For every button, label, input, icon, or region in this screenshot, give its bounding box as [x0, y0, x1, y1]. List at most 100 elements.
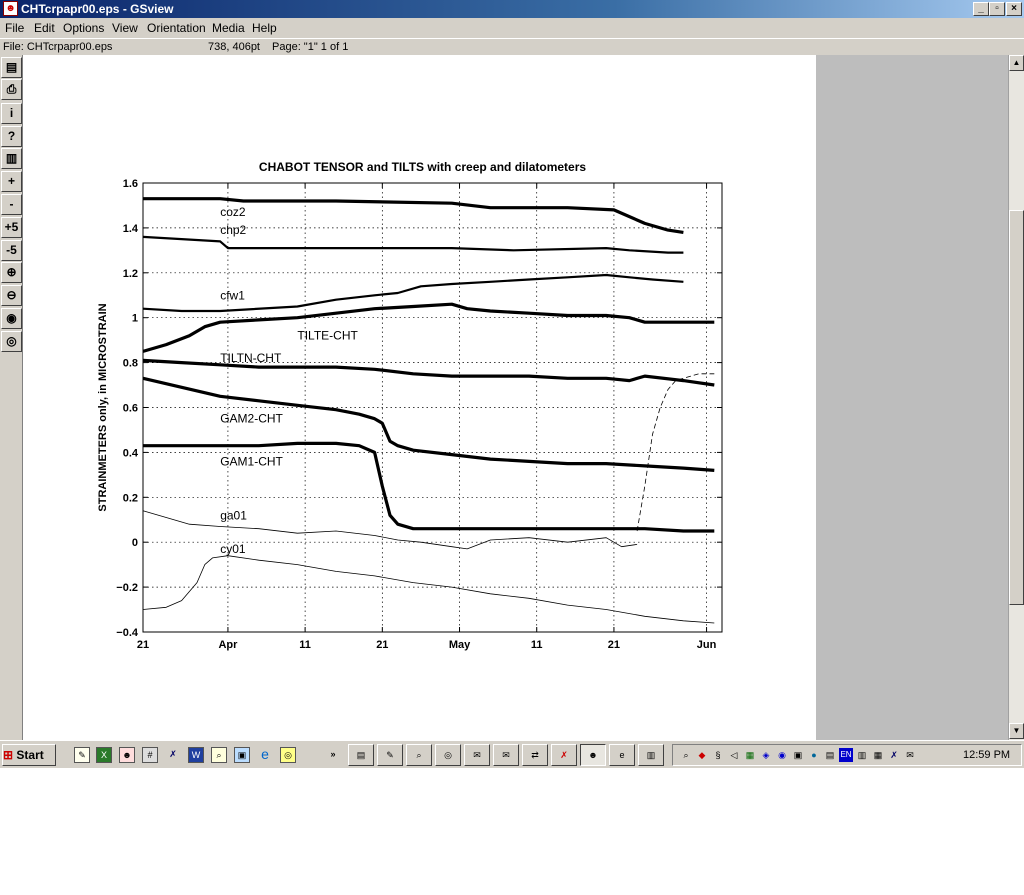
- tray-disk-icon[interactable]: ▦: [871, 748, 885, 762]
- eye-abc-icon[interactable]: ◉: [1, 308, 22, 329]
- menu-media[interactable]: Media: [212, 21, 245, 35]
- quicklaunch-icon[interactable]: ✎: [74, 747, 90, 763]
- tray-shield-2-icon[interactable]: ◈: [759, 748, 773, 762]
- task-button-mail-2[interactable]: ✉: [493, 744, 519, 766]
- series-label: coz2: [220, 205, 246, 219]
- series-label: TILTN-CHT: [220, 351, 282, 365]
- y-tick-label: 1.2: [123, 268, 138, 280]
- tray-volume-icon[interactable]: ◁: [727, 748, 741, 762]
- tray-search-icon[interactable]: ⌕: [679, 748, 693, 762]
- open-icon[interactable]: ▤: [1, 57, 22, 78]
- maximize-button[interactable]: ▫: [989, 2, 1005, 16]
- excel-icon[interactable]: X: [96, 747, 112, 763]
- tray-shield-icon[interactable]: ◆: [695, 748, 709, 762]
- task-button-8[interactable]: ▥: [638, 744, 664, 766]
- task-button-2[interactable]: ✎: [377, 744, 403, 766]
- back-5-icon[interactable]: -5: [1, 240, 22, 261]
- x-tick-label: 21: [137, 639, 149, 651]
- scroll-up-button[interactable]: ▲: [1009, 55, 1024, 71]
- tray-printer-icon[interactable]: ▤: [823, 748, 837, 762]
- series-line-cy01: [142, 555, 715, 624]
- system-tray: ⌕ ◆ § ◁ ▦ ◈ ◉ ▣ ● ▤ EN ▥ ▦ ✗ ✉ 12:59 PM: [672, 744, 1022, 766]
- x-tick-label: Jun: [697, 639, 717, 651]
- series-label: chp2: [220, 223, 246, 237]
- y-tick-label: 0.4: [123, 447, 139, 459]
- next-page-icon[interactable]: +: [1, 171, 22, 192]
- help-icon[interactable]: ?: [1, 126, 22, 147]
- series-label: ga01: [220, 508, 247, 522]
- gsview-icon[interactable]: ☻: [119, 747, 135, 763]
- y-tick-label: 0.8: [123, 358, 138, 370]
- tray-network-icon[interactable]: ▦: [743, 748, 757, 762]
- task-button-4[interactable]: ◎: [435, 744, 461, 766]
- y-tick-label: 0: [132, 537, 138, 549]
- status-file: File: CHTcrpapr00.eps: [3, 41, 113, 53]
- x-tick-label: 11: [299, 639, 311, 651]
- word-icon[interactable]: W: [188, 747, 204, 763]
- y-tick-label: 1.4: [123, 223, 139, 235]
- y-tick-label: 0.2: [123, 492, 138, 504]
- tray-mail-icon[interactable]: ✉: [903, 748, 917, 762]
- y-tick-label: −0.4: [116, 627, 139, 639]
- task-button-3[interactable]: ⌕: [406, 744, 432, 766]
- forward-5-icon[interactable]: +5: [1, 217, 22, 238]
- chart-title: CHABOT TENSOR and TILTS with creep and d…: [259, 160, 586, 174]
- tray-computer-icon[interactable]: ▣: [791, 748, 805, 762]
- tray-language-icon[interactable]: EN: [839, 748, 853, 762]
- scroll-down-button[interactable]: ▼: [1009, 723, 1024, 739]
- grid-icon[interactable]: #: [142, 747, 158, 763]
- zoom-in-icon[interactable]: ⊕: [1, 262, 22, 283]
- print-icon[interactable]: ⎙: [1, 79, 22, 100]
- goto-page-icon[interactable]: ▥: [1, 148, 22, 169]
- internet-explorer-icon[interactable]: e: [257, 747, 273, 763]
- chevron-icon[interactable]: »: [325, 747, 341, 763]
- x-tick-label: Apr: [218, 639, 238, 651]
- tray-x-icon[interactable]: ✗: [887, 748, 901, 762]
- image-icon[interactable]: ▣: [234, 747, 250, 763]
- search-icon[interactable]: ⌕: [211, 747, 227, 763]
- y-tick-label: 0.6: [123, 403, 138, 415]
- quicklaunch-app-icon[interactable]: ◎: [280, 747, 296, 763]
- tray-app-icon[interactable]: §: [711, 748, 725, 762]
- window-title: CHTcrpapr00.eps - GSview: [21, 2, 174, 16]
- series-label: cy01: [220, 542, 246, 556]
- close-button[interactable]: ×: [1006, 2, 1022, 16]
- info-icon[interactable]: i: [1, 103, 22, 124]
- y-axis-label: STRAINMETERS only, in MICROSTRAIN: [97, 303, 109, 511]
- prev-page-icon[interactable]: -: [1, 194, 22, 215]
- x-tick-label: May: [449, 639, 471, 651]
- task-button-gsview-active[interactable]: ☻: [580, 744, 606, 766]
- x-tick-label: 21: [608, 639, 620, 651]
- minimize-button[interactable]: _: [973, 2, 989, 16]
- vertical-scrollbar[interactable]: ▲ ▼: [1008, 55, 1024, 740]
- page-background: [816, 55, 1008, 740]
- tray-globe-icon[interactable]: ●: [807, 748, 821, 762]
- clock: 12:59 PM: [963, 749, 1011, 761]
- task-button-5[interactable]: ⇄: [522, 744, 548, 766]
- start-button[interactable]: ⊞ Start: [2, 744, 56, 766]
- series-label: GAM2-CHT: [220, 412, 283, 426]
- task-button-7[interactable]: e: [609, 744, 635, 766]
- task-button-1[interactable]: ▤: [348, 744, 374, 766]
- menu-bar: File Edit Options View Orientation Media…: [0, 18, 1024, 38]
- status-coords: 738, 406pt: [208, 41, 260, 53]
- menu-edit[interactable]: Edit: [34, 21, 55, 35]
- gsview-app-icon[interactable]: ☻: [3, 1, 18, 16]
- menu-orientation[interactable]: Orientation: [147, 21, 206, 35]
- menu-help[interactable]: Help: [252, 21, 277, 35]
- x-app-icon[interactable]: ✗: [165, 747, 181, 763]
- tray-eye-icon[interactable]: ◉: [775, 748, 789, 762]
- menu-file[interactable]: File: [5, 21, 24, 35]
- taskbar: ⊞ Start ✎ X ☻ # ✗ W ⌕ ▣ e ◎ » ▤ ✎ ⌕ ◎ ✉ …: [0, 740, 1024, 768]
- task-button-6[interactable]: ✗: [551, 744, 577, 766]
- status-page: Page: "1" 1 of 1: [272, 41, 349, 53]
- zoom-out-icon[interactable]: ⊖: [1, 285, 22, 306]
- tray-device-icon[interactable]: ▥: [855, 748, 869, 762]
- series-line-chp2: [142, 235, 684, 254]
- series-label: GAM1-CHT: [220, 454, 283, 468]
- menu-options[interactable]: Options: [63, 21, 104, 35]
- scroll-thumb[interactable]: [1009, 210, 1024, 605]
- eye-icon[interactable]: ◎: [1, 331, 22, 352]
- task-button-mail-1[interactable]: ✉: [464, 744, 490, 766]
- menu-view[interactable]: View: [112, 21, 138, 35]
